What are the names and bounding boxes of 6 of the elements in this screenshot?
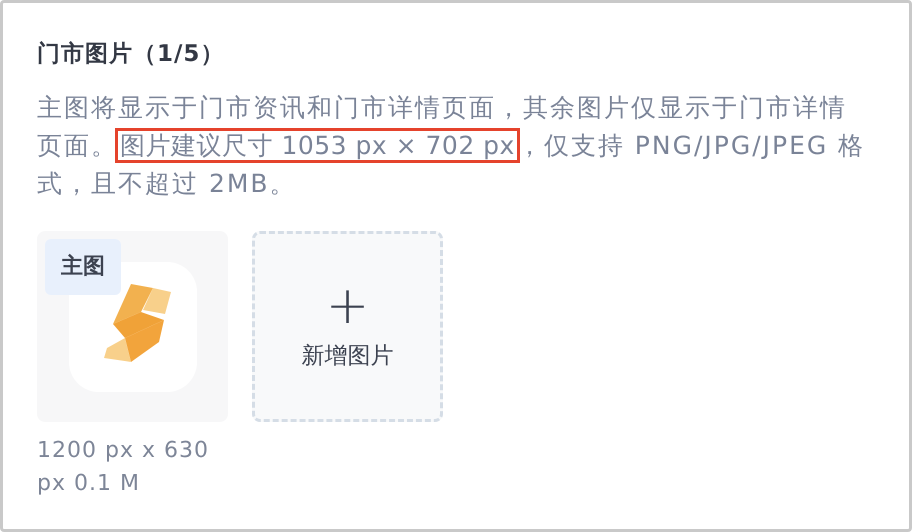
add-image-button[interactable]: + 新增图片	[252, 231, 443, 422]
main-image-badge: 主图	[45, 239, 121, 295]
section-title: 门市图片（1/5）	[37, 40, 226, 69]
image-thumbnail[interactable]: 主图	[37, 231, 228, 422]
description-text: 主图将显示于门市资讯和门市详情页面，其余图片仅显示于门市详情页面。图片建议尺寸 1053 px × 702 px，仅支持 PNG/JPG/JPEG 格式，且不超过 2MB。	[37, 92, 866, 200]
image-caption: 1200 px x 630 px 0.1 M	[37, 437, 210, 498]
